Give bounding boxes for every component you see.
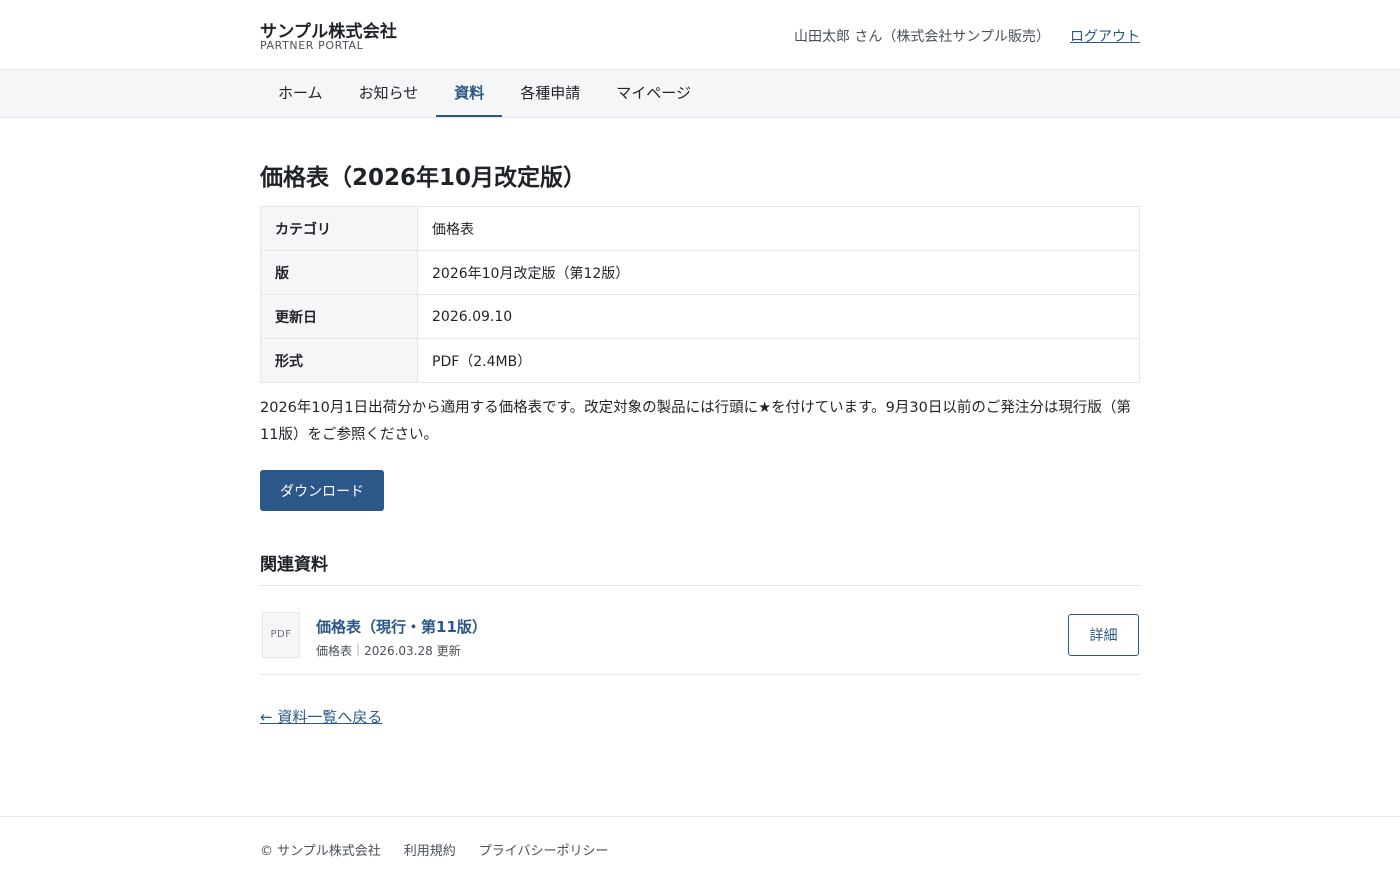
meta-value: 価格表 bbox=[417, 206, 1140, 251]
meta-value: 2026年10月改定版（第12版） bbox=[417, 250, 1140, 295]
meta-key: 更新日 bbox=[260, 294, 418, 339]
user-name: 山田太郎 さん（株式会社サンプル販売） bbox=[793, 29, 1050, 45]
meta-key: 版 bbox=[260, 250, 418, 295]
footer-link-terms[interactable]: 利用規約 bbox=[404, 840, 456, 859]
download-button[interactable]: ダウンロード bbox=[260, 470, 384, 511]
nav-tab-home[interactable]: ホーム bbox=[260, 70, 341, 117]
meta-value: 2026.09.10 bbox=[417, 294, 1140, 339]
related-item-updated: 2026.03.28 更新 bbox=[364, 644, 461, 658]
related-item-title-link[interactable]: 価格表（現行・第11版） bbox=[316, 616, 487, 637]
main-nav: ホーム お知らせ 資料 各種申請 マイページ bbox=[0, 70, 1400, 118]
copyright: © サンプル株式会社 bbox=[260, 844, 381, 859]
document-description: 2026年10月1日出荷分から適用する価格表です。改定対象の製品には行頭に★を付… bbox=[260, 400, 1131, 443]
meta-row-format: 形式 PDF（2.4MB） bbox=[260, 338, 1140, 383]
pdf-file-icon: PDF bbox=[262, 612, 300, 658]
nav-tab-mypage[interactable]: マイページ bbox=[598, 70, 709, 117]
portal-subtitle: PARTNER PORTAL bbox=[260, 39, 364, 52]
related-item-category: 価格表 bbox=[316, 644, 353, 658]
document-meta-table: カテゴリ 価格表 版 2026年10月改定版（第12版） 更新日 2026.09… bbox=[260, 206, 1140, 383]
meta-row-edition: 版 2026年10月改定版（第12版） bbox=[260, 250, 1140, 295]
meta-value: PDF（2.4MB） bbox=[417, 338, 1140, 383]
meta-key: 形式 bbox=[260, 338, 418, 383]
logout-link[interactable]: ログアウト bbox=[1070, 26, 1140, 46]
nav-tab-news[interactable]: お知らせ bbox=[341, 70, 437, 117]
meta-row-updated: 更新日 2026.09.10 bbox=[260, 294, 1140, 339]
nav-tab-applications[interactable]: 各種申請 bbox=[502, 70, 598, 117]
related-item: PDF 価格表（現行・第11版） 価格表 | 2026.03.28 更新 詳細 bbox=[260, 586, 1140, 675]
back-to-list-link[interactable]: ← 資料一覧へ戻る bbox=[260, 706, 382, 727]
meta-separator: | bbox=[356, 642, 361, 656]
page-title: 価格表（2026年10月改定版） bbox=[260, 165, 587, 191]
footer-link-privacy[interactable]: プライバシーポリシー bbox=[479, 840, 609, 859]
detail-button[interactable]: 詳細 bbox=[1068, 614, 1139, 656]
related-item-meta: 価格表 | 2026.03.28 更新 bbox=[316, 642, 461, 659]
meta-row-category: カテゴリ 価格表 bbox=[260, 206, 1140, 251]
site-header: サンプル株式会社 PARTNER PORTAL 山田太郎 さん（株式会社サンプル… bbox=[0, 0, 1400, 70]
related-heading: 関連資料 bbox=[260, 555, 328, 575]
user-area: 山田太郎 さん（株式会社サンプル販売） ログアウト bbox=[794, 26, 1140, 46]
site-footer: © サンプル株式会社 利用規約 プライバシーポリシー bbox=[0, 816, 1400, 878]
meta-key: カテゴリ bbox=[260, 206, 418, 251]
nav-tab-documents[interactable]: 資料 bbox=[436, 70, 503, 117]
